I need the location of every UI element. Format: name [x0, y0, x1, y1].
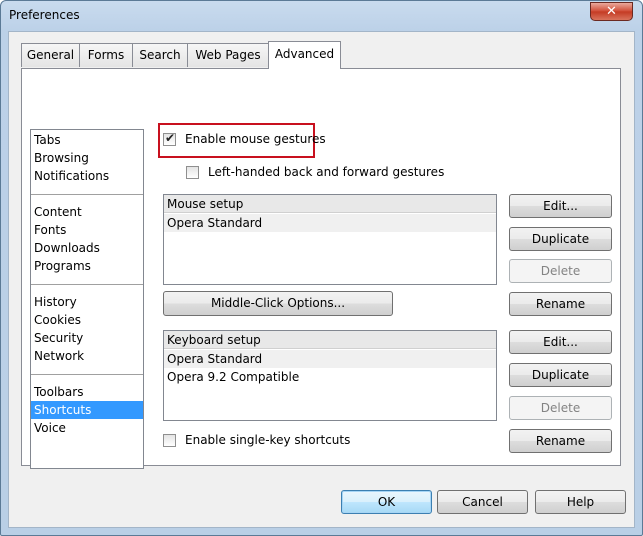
sidebar-item-tabs[interactable]: Tabs — [31, 131, 143, 149]
tab-forms[interactable]: Forms — [79, 43, 133, 67]
list-item[interactable]: Opera 9.2 Compatible — [164, 368, 496, 386]
sidebar-item-notifications[interactable]: Notifications — [31, 167, 143, 185]
help-button[interactable]: Help — [535, 490, 626, 514]
sidebar-item-history[interactable]: History — [31, 293, 143, 311]
enable-mouse-gestures-label: Enable mouse gestures — [185, 132, 326, 146]
middle-click-options-button[interactable]: Middle-Click Options... — [163, 291, 393, 316]
sidebar-item-content[interactable]: Content — [31, 203, 143, 221]
mouse-delete-button[interactable]: Delete — [509, 259, 612, 283]
tab-label: Search — [139, 48, 181, 62]
sidebar-item-network[interactable]: Network — [31, 347, 143, 365]
tab-search[interactable]: Search — [132, 43, 188, 67]
sidebar-item-fonts[interactable]: Fonts — [31, 221, 143, 239]
ok-button[interactable]: OK — [341, 490, 432, 514]
tab-label: Web Pages — [195, 48, 261, 62]
keyboard-delete-button[interactable]: Delete — [509, 396, 612, 420]
sidebar-divider — [31, 284, 143, 285]
keyboard-edit-button[interactable]: Edit... — [509, 330, 612, 354]
tab-advanced[interactable]: Advanced — [268, 41, 341, 69]
title-bar[interactable]: Preferences ✕ — [1, 1, 642, 31]
list-item[interactable]: Opera Standard — [164, 214, 496, 232]
mouse-setup-header: Mouse setup — [164, 195, 496, 213]
dialog-client: General Forms Search Web Pages Advanced … — [8, 31, 635, 528]
keyboard-setup-list[interactable]: Keyboard setup Opera Standard Opera 9.2 … — [163, 330, 497, 421]
list-item[interactable]: Opera Standard — [164, 350, 496, 368]
mouse-edit-button[interactable]: Edit... — [509, 194, 612, 218]
sidebar-item-programs[interactable]: Programs — [31, 257, 143, 275]
sidebar-item-downloads[interactable]: Downloads — [31, 239, 143, 257]
preferences-window: Preferences ✕ General Forms Search Web P… — [0, 0, 643, 536]
keyboard-setup-header: Keyboard setup — [164, 331, 496, 349]
single-key-shortcuts-label: Enable single-key shortcuts — [185, 433, 351, 447]
left-handed-gestures-checkbox[interactable] — [186, 166, 199, 179]
sidebar-divider — [31, 194, 143, 195]
checkmark-icon: ✔ — [165, 131, 176, 145]
sidebar-item-cookies[interactable]: Cookies — [31, 311, 143, 329]
sidebar-item-shortcuts[interactable]: Shortcuts — [31, 401, 143, 419]
sidebar-item-security[interactable]: Security — [31, 329, 143, 347]
sidebar-divider — [31, 374, 143, 375]
cancel-button[interactable]: Cancel — [437, 490, 528, 514]
mouse-rename-button[interactable]: Rename — [509, 292, 612, 316]
tab-label: Advanced — [274, 47, 335, 61]
keyboard-duplicate-button[interactable]: Duplicate — [509, 363, 612, 387]
tab-label: General — [26, 48, 75, 62]
single-key-shortcuts-checkbox[interactable] — [163, 434, 176, 447]
category-list[interactable]: Tabs Browsing Notifications Content Font… — [30, 129, 144, 469]
keyboard-rename-button[interactable]: Rename — [509, 429, 612, 453]
tab-general[interactable]: General — [21, 43, 80, 67]
left-handed-gestures-label: Left-handed back and forward gestures — [208, 165, 445, 179]
close-button[interactable]: ✕ — [590, 2, 633, 21]
sidebar-item-browsing[interactable]: Browsing — [31, 149, 143, 167]
tab-web-pages[interactable]: Web Pages — [187, 43, 269, 67]
sidebar-item-voice[interactable]: Voice — [31, 419, 143, 437]
close-icon: ✕ — [606, 4, 617, 19]
tab-label: Forms — [87, 48, 125, 62]
enable-mouse-gestures-checkbox[interactable]: ✔ — [163, 131, 176, 146]
window-title: Preferences — [9, 8, 80, 22]
mouse-duplicate-button[interactable]: Duplicate — [509, 227, 612, 251]
mouse-setup-list[interactable]: Mouse setup Opera Standard — [163, 194, 497, 285]
sidebar-item-toolbars[interactable]: Toolbars — [31, 383, 143, 401]
advanced-panel: Tabs Browsing Notifications Content Font… — [21, 68, 621, 469]
